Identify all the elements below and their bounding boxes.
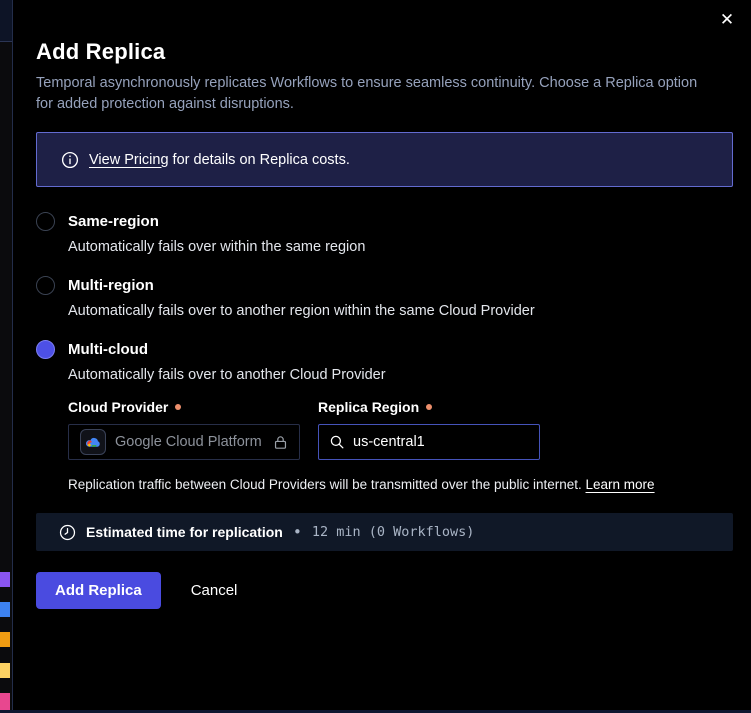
lock-icon [272, 434, 289, 451]
learn-more-link[interactable]: Learn more [586, 477, 655, 492]
option-label[interactable]: Multi-cloud [68, 341, 148, 358]
page-title: Add Replica [36, 38, 733, 66]
estimate-separator: • [293, 523, 302, 541]
cancel-button[interactable]: Cancel [191, 582, 238, 599]
cloud-provider-value: Google Cloud Platform [115, 434, 263, 450]
multi-cloud-form: Cloud Provider [68, 399, 733, 460]
estimate-label: Estimated time for replication [86, 524, 283, 540]
cloud-provider-label: Cloud Provider [68, 399, 300, 415]
sidebar-swatch-blue [0, 602, 10, 617]
pricing-banner-text: View Pricing for details on Replica cost… [89, 152, 350, 168]
background-page-sliver [0, 0, 13, 713]
clock-icon [59, 524, 76, 541]
sidebar-swatch-purple [0, 572, 10, 587]
public-internet-warning: Replication traffic between Cloud Provid… [68, 477, 733, 492]
option-label[interactable]: Same-region [68, 213, 159, 230]
info-icon [61, 151, 79, 169]
replica-region-input[interactable] [353, 434, 540, 450]
gcp-logo-icon [80, 429, 106, 455]
pricing-info-banner: View Pricing for details on Replica cost… [36, 132, 733, 187]
required-dot-icon [175, 404, 181, 410]
estimate-banner: Estimated time for replication • 12 min … [36, 513, 733, 551]
option-description: Automatically fails over to another regi… [68, 303, 733, 319]
search-icon [329, 434, 345, 450]
option-description: Automatically fails over within the same… [68, 239, 733, 255]
modal-actions: Add Replica Cancel [36, 572, 733, 609]
radio-multi-cloud[interactable] [36, 340, 55, 359]
option-label[interactable]: Multi-region [68, 277, 154, 294]
radio-same-region[interactable] [36, 212, 55, 231]
radio-multi-region[interactable] [36, 276, 55, 295]
replica-option-group: Same-region Automatically fails over wit… [36, 212, 733, 492]
estimate-value: 12 min (0 Workflows) [312, 524, 475, 540]
cloud-provider-select[interactable]: Google Cloud Platform [68, 424, 300, 460]
option-same-region: Same-region Automatically fails over wit… [36, 212, 733, 255]
replica-region-label: Replica Region [318, 399, 540, 415]
replica-region-search[interactable] [318, 424, 540, 460]
view-pricing-link[interactable]: View Pricing [89, 152, 169, 168]
modal-description: Temporal asynchronously replicates Workf… [36, 73, 712, 115]
sidebar-swatch-pink [0, 693, 10, 710]
screen: ✕ Add Replica Temporal asynchronously re… [0, 0, 751, 713]
background-header-sliver [0, 0, 12, 42]
add-replica-button[interactable]: Add Replica [36, 572, 161, 609]
required-dot-icon [426, 404, 432, 410]
replica-region-field-group: Replica Region [318, 399, 540, 460]
sidebar-swatch-yellow [0, 663, 10, 678]
option-multi-cloud: Multi-cloud Automatically fails over to … [36, 340, 733, 492]
option-description: Automatically fails over to another Clou… [68, 367, 733, 383]
add-replica-modal: ✕ Add Replica Temporal asynchronously re… [13, 0, 751, 710]
option-multi-region: Multi-region Automatically fails over to… [36, 276, 733, 319]
cloud-provider-field-group: Cloud Provider [68, 399, 300, 460]
sidebar-swatch-orange [0, 632, 10, 647]
close-icon[interactable]: ✕ [715, 8, 739, 32]
